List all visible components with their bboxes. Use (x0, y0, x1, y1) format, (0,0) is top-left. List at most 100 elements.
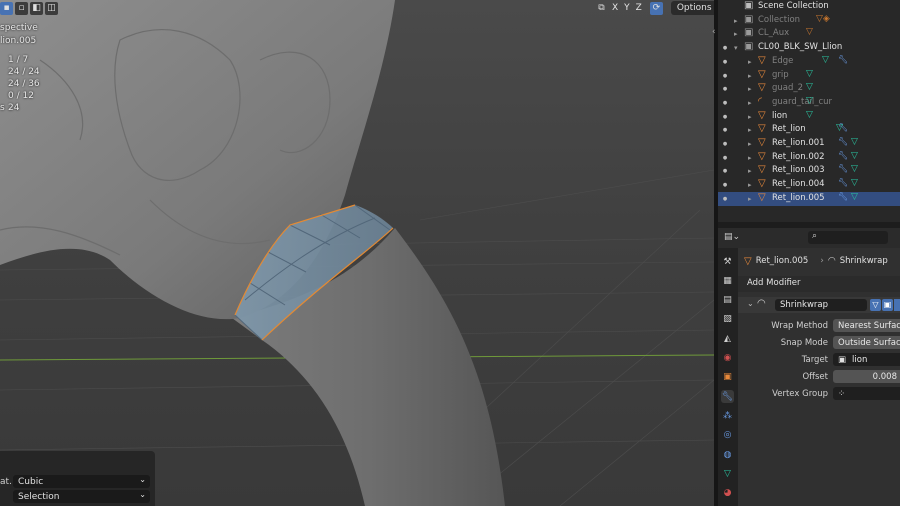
collapsed-arrow-icon[interactable]: ▸ (748, 113, 752, 121)
3d-viewport[interactable]: ▪ ▫ ◧ ◫ spective lion.005 1 / 7 24 / 24 … (0, 0, 714, 506)
mirror-axis-toolbar[interactable]: ⧉ X Y Z ⟳ Options ⌄ (595, 0, 714, 16)
outliner-row[interactable]: ▸ ▣ Collection ▽◈ (718, 14, 900, 28)
visibility-dot-icon[interactable]: ● (721, 168, 729, 174)
collapsed-arrow-icon[interactable]: ▸ (748, 154, 752, 162)
collapse-arrow-icon[interactable]: ‹ (712, 27, 716, 37)
tab-world-icon[interactable]: ◉ (721, 352, 734, 365)
axis-x-toggle[interactable]: X (610, 3, 620, 13)
visibility-dot-icon[interactable]: ● (721, 182, 729, 188)
tab-particles-icon[interactable]: ⁂ (721, 409, 734, 422)
select-mode-new-icon[interactable]: ▪ (0, 1, 13, 15)
outliner-row[interactable]: ● ▸ ▽ grip ▽ (718, 69, 900, 83)
modifier-wrench-icon[interactable]: 🔧︎ (838, 192, 848, 201)
axis-z-toggle[interactable]: Z (634, 3, 644, 13)
mesh-data-icon[interactable]: ▽ (806, 110, 813, 120)
outliner-row[interactable]: ● ▸ ▽ lion ▽ (718, 110, 900, 124)
modifier-wrench-icon[interactable]: 🔧︎ (838, 151, 848, 160)
collapsed-arrow-icon[interactable]: ▸ (734, 17, 738, 25)
mesh-data-icon[interactable]: ▽ (851, 178, 858, 188)
wrap-method-select[interactable]: Nearest Surface (833, 319, 900, 332)
on-cage-toggle-icon[interactable]: ▣ (882, 299, 893, 311)
visibility-dot-icon[interactable]: ● (721, 73, 729, 79)
add-modifier-button[interactable]: Add Modifier (738, 276, 900, 292)
snap-mode-select[interactable]: Outside Surface (833, 336, 900, 349)
collapsed-arrow-icon[interactable]: ▸ (748, 140, 752, 148)
outliner-row[interactable]: ● ▸ ▽ guad_2 ▽ (718, 82, 900, 96)
modifier-wrench-icon[interactable]: 🔧︎ (838, 164, 848, 173)
mesh-data-icon[interactable]: ▽ (851, 137, 858, 147)
mesh-data-icon[interactable]: ▽ (806, 82, 813, 92)
modifier-name-field[interactable]: Shrinkwrap (775, 299, 867, 311)
tab-constraints-icon[interactable]: ◍ (721, 448, 734, 461)
visibility-dot-icon[interactable]: ● (721, 196, 729, 202)
visibility-dot-icon[interactable]: ● (721, 127, 729, 133)
collapsed-arrow-icon[interactable]: ▸ (748, 167, 752, 175)
collapsed-arrow-icon[interactable]: ▸ (734, 30, 738, 38)
vertex-group-field[interactable]: ⁘ (833, 387, 900, 400)
outliner-row[interactable]: ● ▸ ◜ guard_tail_cur ▽ (718, 96, 900, 110)
tab-scene-icon[interactable]: ◭ (721, 332, 734, 345)
collapse-chevron-icon[interactable]: ⌄ (747, 299, 754, 308)
target-field[interactable]: ▣ lion (833, 353, 900, 366)
mesh-data-icon[interactable]: ▽ (851, 192, 858, 202)
visibility-dot-icon[interactable]: ● (721, 114, 729, 120)
mode-select[interactable]: Selection ⌄ (13, 490, 150, 503)
tab-physics-icon[interactable]: ◎ (721, 429, 734, 442)
axis-y-toggle[interactable]: Y (622, 3, 632, 13)
outliner-row[interactable]: ● ▾ ▣ CL00_BLK_SW_Llion (718, 41, 900, 55)
mesh-data-icon[interactable]: ▽ (806, 96, 813, 106)
tab-modifiers-icon[interactable]: 🔧︎ (721, 390, 734, 404)
mesh-data-icon[interactable]: ▽ (851, 151, 858, 161)
visibility-dot-icon[interactable]: ● (721, 141, 729, 147)
select-mode-toolbar[interactable]: ▪ ▫ ◧ ◫ (0, 0, 58, 16)
editor-type-icon[interactable]: ▤⌄ (724, 232, 742, 244)
collapsed-arrow-icon[interactable]: ▸ (748, 72, 752, 80)
visibility-dot-icon[interactable]: ● (721, 86, 729, 92)
modifier-wrench-icon[interactable]: 🔧︎ (838, 178, 848, 187)
visibility-dot-icon[interactable]: ● (721, 155, 729, 161)
tab-object-icon[interactable]: ▣ (721, 371, 734, 384)
collapsed-arrow-icon[interactable]: ▸ (748, 58, 752, 66)
snap-icon[interactable]: ⟳ (649, 1, 663, 15)
mirror-icon[interactable]: ⧉ (595, 2, 608, 15)
mesh-data-icon[interactable]: ▽ (851, 164, 858, 174)
tab-view-layer-icon[interactable]: ▧ (721, 313, 734, 326)
options-dropdown[interactable]: Options ⌄ (670, 1, 714, 15)
edit-mode-toggle-icon[interactable]: ▽ (870, 299, 881, 311)
outliner-row[interactable]: ● ▸ ▽ Ret_lion.003 🔧︎ ▽ (718, 164, 900, 178)
collapsed-arrow-icon[interactable]: ▸ (748, 99, 752, 107)
visibility-dot-icon[interactable]: ● (721, 100, 729, 106)
tab-render-icon[interactable]: ▦ (721, 274, 734, 287)
last-operator-panel[interactable]: at. Cubic ⌄ Selection ⌄ (0, 451, 155, 506)
tab-material-icon[interactable]: ◕ (721, 487, 734, 500)
properties-search-input[interactable]: ⌕ (808, 231, 888, 244)
visibility-dot-icon[interactable]: ● (721, 45, 729, 51)
tab-data-icon[interactable]: ▽ (721, 467, 734, 480)
collapsed-arrow-icon[interactable]: ▸ (748, 85, 752, 93)
collapsed-arrow-icon[interactable]: ▸ (748, 195, 752, 203)
outliner-row[interactable]: ● ▸ ▽ Edge 🔧︎ ▽ (718, 55, 900, 69)
outliner-row[interactable]: ● ▸ ▽ Ret_lion.004 🔧︎ ▽ (718, 178, 900, 192)
collapsed-arrow-icon[interactable]: ▸ (748, 126, 752, 134)
interpolation-select[interactable]: Cubic ⌄ (13, 475, 150, 488)
visibility-dot-icon[interactable]: ● (721, 59, 729, 65)
outliner-row[interactable]: ▸ ▣ CL_Aux ▽ (718, 27, 900, 41)
properties-tab-bar[interactable]: ⚒ ▦ ▤ ▧ ◭ ◉ ▣ 🔧︎ ⁂ ◎ ◍ ▽ ◕ (718, 248, 738, 506)
select-mode-intersect-icon[interactable]: ◫ (45, 1, 58, 15)
select-mode-subtract-icon[interactable]: ◧ (30, 1, 43, 15)
modifier-header[interactable]: ⌄ ◠ Shrinkwrap ▽ ▣ (738, 297, 900, 313)
modifier-wrench-icon[interactable]: 🔧︎ (838, 137, 848, 146)
select-mode-extend-icon[interactable]: ▫ (15, 1, 28, 15)
tab-output-icon[interactable]: ▤ (721, 294, 734, 307)
collapsed-arrow-icon[interactable]: ▸ (748, 181, 752, 189)
tab-tool-icon[interactable]: ⚒ (721, 255, 734, 268)
realtime-toggle-icon[interactable] (894, 299, 900, 311)
outliner-row[interactable]: ● ▸ ▽ Ret_lion.001 🔧︎ ▽ (718, 137, 900, 151)
expanded-arrow-icon[interactable]: ▾ (734, 44, 738, 52)
outliner-row[interactable]: ▣ Scene Collection (718, 0, 900, 14)
outliner-row[interactable]: ● ▸ ▽ Ret_lion.002 🔧︎ ▽ (718, 151, 900, 165)
mesh-data-icon[interactable]: ▽ (806, 69, 813, 79)
outliner-row[interactable]: ● ▸ ▽ Ret_lion 🔧︎ ▽ (718, 123, 900, 137)
mesh-data-icon[interactable]: ▽ (822, 55, 829, 65)
offset-field[interactable]: 0.008 (833, 370, 900, 383)
